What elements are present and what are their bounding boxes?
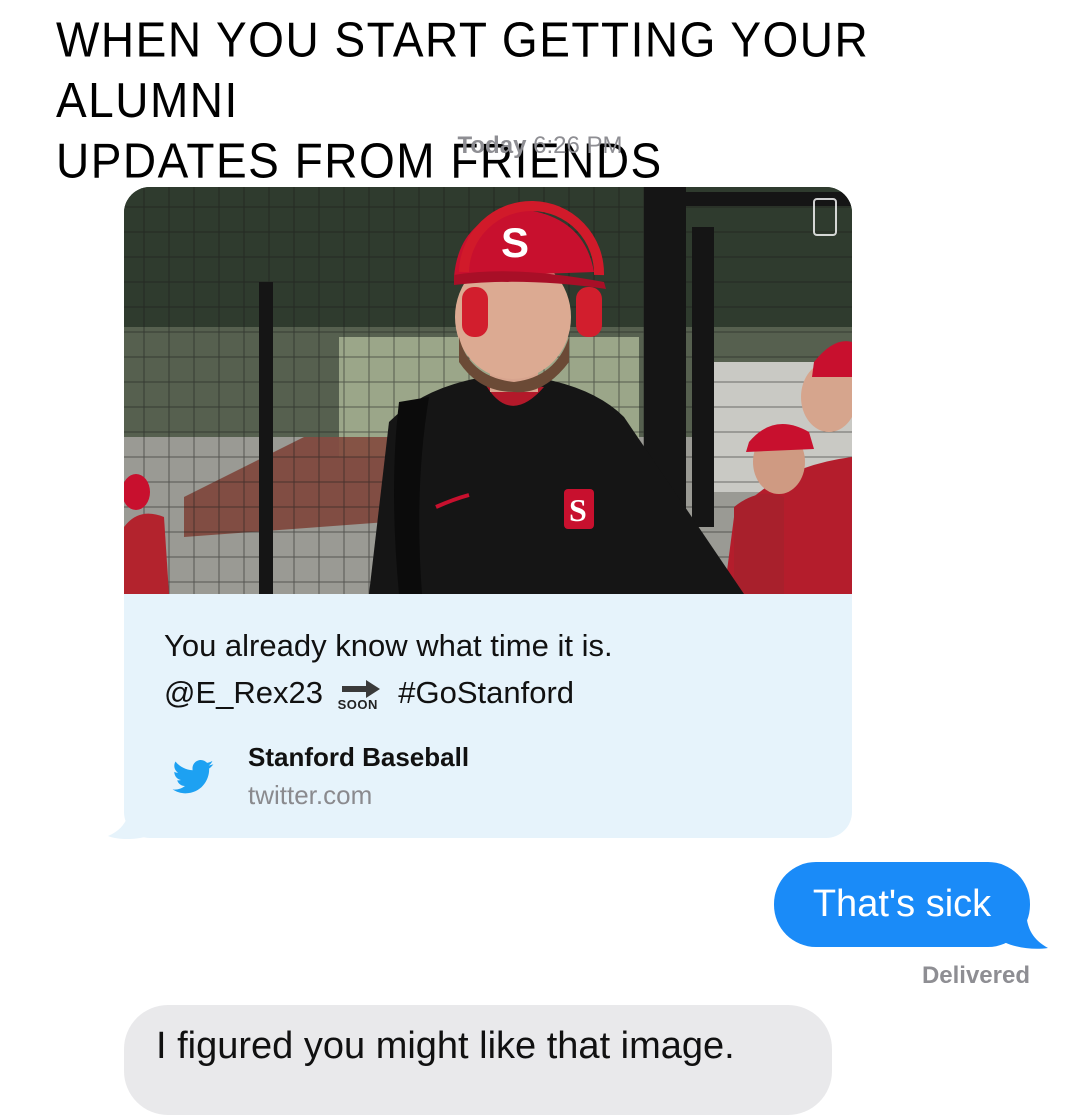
timestamp-time: 6:26 PM bbox=[533, 132, 623, 159]
link-preview-bubble[interactable]: S S bbox=[124, 187, 852, 838]
delivery-status: Delivered bbox=[921, 962, 1030, 989]
tweet-mention[interactable]: @E_Rex23 bbox=[164, 675, 323, 710]
message-timestamp: Today 6:26 PM bbox=[0, 132, 1080, 160]
tweet-text[interactable]: You already know what time it is. @E_Rex… bbox=[164, 622, 824, 716]
timestamp-day: Today bbox=[457, 132, 527, 159]
svg-text:S: S bbox=[569, 492, 587, 528]
svg-text:S: S bbox=[501, 219, 529, 266]
tweet-line-1: You already know what time it is. bbox=[164, 628, 613, 663]
soon-label: SOON bbox=[337, 696, 378, 712]
sent-message-bubble[interactable]: That's sick bbox=[774, 862, 1030, 947]
headline-line-1: WHEN YOU START GETTING YOUR ALUMNI bbox=[56, 12, 870, 128]
received-message-bubble[interactable]: I figured you might like that image. bbox=[124, 1005, 832, 1115]
source-domain: twitter.com bbox=[248, 780, 373, 810]
link-preview-image[interactable]: S S bbox=[124, 187, 852, 594]
player-photo-illustration: S S bbox=[124, 187, 852, 594]
meme-headline: WHEN YOU START GETTING YOUR ALUMNI UPDAT… bbox=[56, 10, 1046, 191]
tweet-line-2: @E_Rex23 SOON #GoStanford bbox=[164, 669, 824, 716]
soon-arrow-icon: SOON bbox=[336, 678, 384, 712]
twitter-bird-icon bbox=[172, 760, 214, 794]
tweet-hashtag[interactable]: #GoStanford bbox=[398, 675, 574, 710]
source-name: Stanford Baseball bbox=[248, 742, 470, 772]
